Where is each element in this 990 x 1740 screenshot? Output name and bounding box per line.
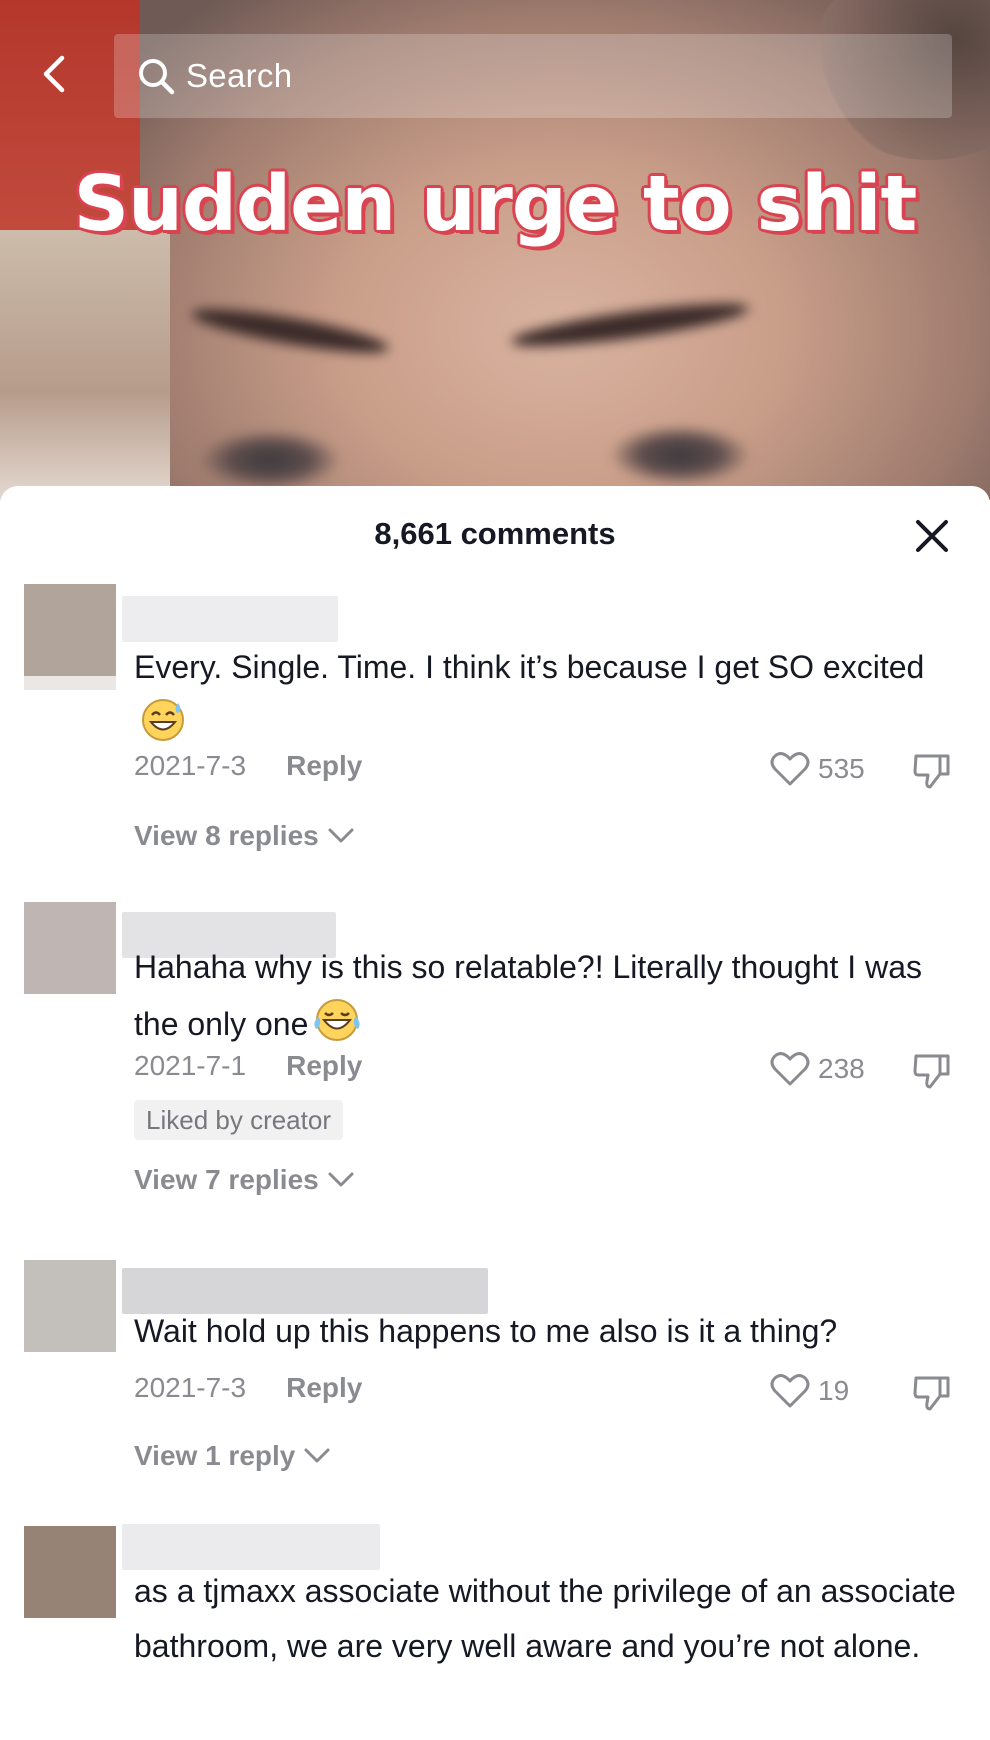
thumbs-down-icon <box>913 1054 950 1089</box>
comment-text: as a tjmaxx associate without the privil… <box>134 1564 964 1674</box>
avatar[interactable] <box>24 1526 116 1618</box>
reply-button[interactable]: Reply <box>286 1050 362 1082</box>
face-right-eye <box>610 425 750 485</box>
comment-meta: 2021-7-3 Reply <box>134 750 362 782</box>
video-caption: Sudden urge to shit <box>73 160 918 249</box>
comment-text: Hahaha why is this so relatable?! Litera… <box>134 940 964 1052</box>
top-bar: Search <box>0 34 990 118</box>
comment-text: Wait hold up this happens to me also is … <box>134 1304 964 1359</box>
comments-header: 8,661 comments <box>0 486 990 576</box>
chevron-left-icon <box>43 55 65 93</box>
username-redacted[interactable] <box>122 596 338 642</box>
heart-icon <box>770 752 810 786</box>
comment-meta: 2021-7-3 Reply <box>134 1372 362 1404</box>
comments-count: 8,661 comments <box>374 516 616 551</box>
comment-meta: 2021-7-1 Reply <box>134 1050 362 1082</box>
avatar[interactable] <box>24 902 116 994</box>
chevron-down-icon <box>304 1448 330 1463</box>
like-button[interactable]: 535 <box>770 750 865 788</box>
search-bar[interactable]: Search <box>114 34 952 118</box>
sweat-smile-emoji-icon <box>142 699 184 741</box>
avatar[interactable] <box>24 584 116 676</box>
reply-button[interactable]: Reply <box>286 750 362 782</box>
search-placeholder: Search <box>186 57 293 94</box>
avatar[interactable] <box>24 1260 116 1352</box>
dislike-button[interactable] <box>912 1374 952 1412</box>
face-right-eyebrow <box>509 295 751 355</box>
view-replies-button[interactable]: View 1 reply <box>134 1440 331 1472</box>
like-count: 535 <box>818 753 865 784</box>
view-replies-label: View 1 reply <box>134 1440 296 1471</box>
like-button[interactable]: 19 <box>770 1372 849 1410</box>
comment-date: 2021-7-3 <box>134 750 247 781</box>
like-button[interactable]: 238 <box>770 1050 865 1088</box>
thumbs-down-icon <box>913 754 950 789</box>
like-count: 238 <box>818 1053 865 1084</box>
reply-button[interactable]: Reply <box>286 1372 362 1404</box>
back-button[interactable] <box>36 54 76 94</box>
face-left-eyebrow <box>189 300 391 362</box>
avatar-shadow <box>24 676 116 690</box>
view-replies-button[interactable]: View 7 replies <box>134 1164 355 1196</box>
comment-body: Hahaha why is this so relatable?! Litera… <box>134 949 922 1042</box>
background-shelf <box>0 230 170 500</box>
face-left-eye <box>200 430 340 490</box>
comment-body: as a tjmaxx associate without the privil… <box>134 1573 956 1664</box>
view-replies-label: View 8 replies <box>134 820 319 851</box>
thumbs-down-icon <box>913 1376 950 1411</box>
comment-body: Every. Single. Time. I think it’s becaus… <box>134 649 925 685</box>
dislike-button[interactable] <box>912 1052 952 1090</box>
dislike-button[interactable] <box>912 752 952 790</box>
tears-of-joy-emoji-icon <box>314 999 360 1041</box>
heart-icon <box>770 1374 810 1408</box>
chevron-down-icon <box>328 828 354 843</box>
comments-sheet: 8,661 comments Every. Single. Time. I th… <box>0 486 990 1740</box>
comment-date: 2021-7-3 <box>134 1372 247 1403</box>
close-button[interactable] <box>912 516 952 556</box>
comment-date: 2021-7-1 <box>134 1050 247 1081</box>
view-replies-label: View 7 replies <box>134 1164 319 1195</box>
comment-text: Every. Single. Time. I think it’s becaus… <box>134 640 964 752</box>
chevron-down-icon <box>328 1172 354 1187</box>
close-icon <box>916 520 948 552</box>
like-count: 19 <box>818 1375 850 1406</box>
search-icon <box>139 59 175 95</box>
view-replies-button[interactable]: View 8 replies <box>134 820 355 852</box>
heart-icon <box>770 1052 810 1086</box>
liked-by-creator-badge: Liked by creator <box>134 1100 343 1140</box>
comment-body: Wait hold up this happens to me also is … <box>134 1313 838 1349</box>
